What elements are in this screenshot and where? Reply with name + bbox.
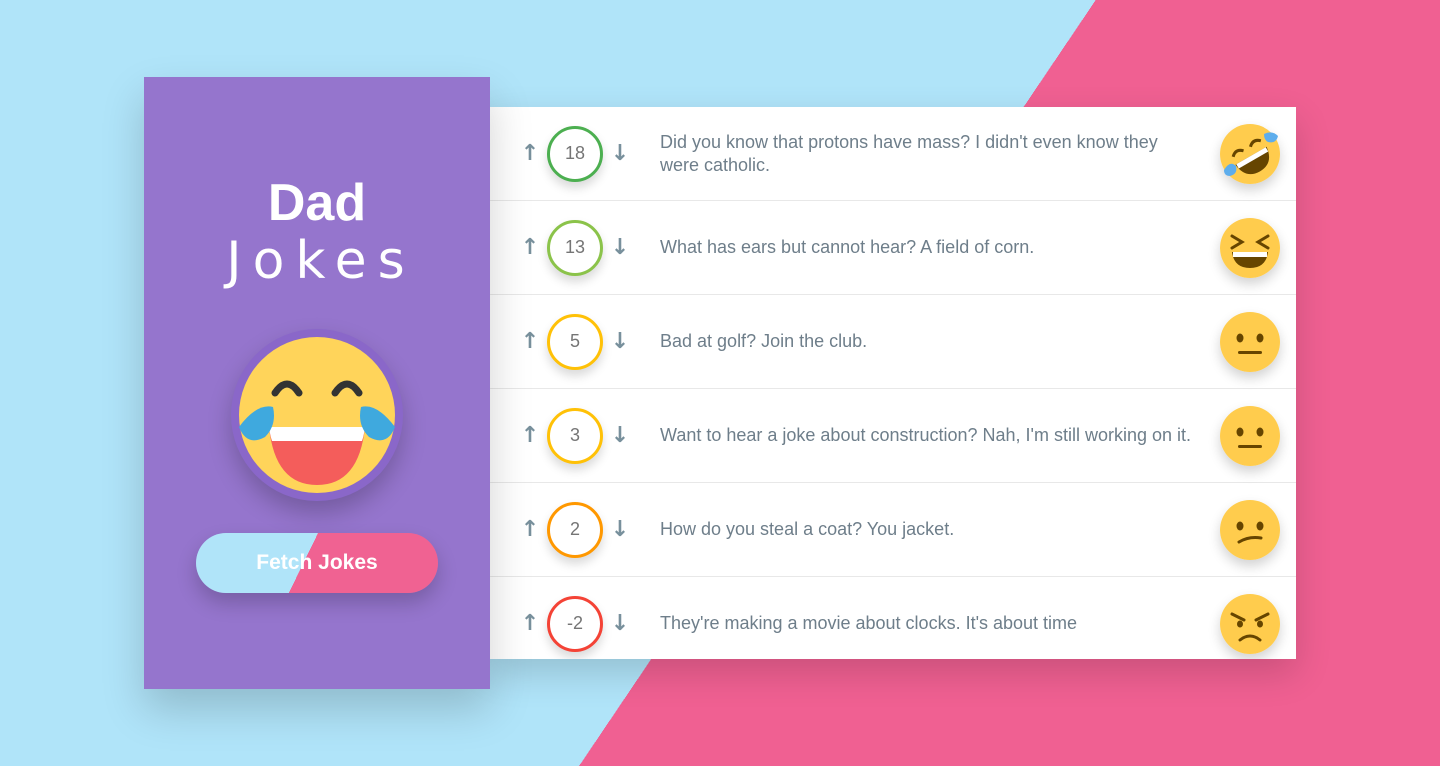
joke-row: ↑ 2 ↓ How do you steal a coat? You jacke…	[490, 483, 1296, 577]
downvote-arrow-icon[interactable]: ↓	[603, 611, 637, 636]
joke-text: How do you steal a coat? You jacket.	[660, 519, 955, 539]
jokes-list: ↑ 18 ↓ Did you know that protons have ma…	[490, 107, 1296, 659]
joke-row: ↑ 13 ↓ What has ears but cannot hear? A …	[490, 201, 1296, 295]
title-jokes: Jokes	[226, 231, 416, 291]
joke-text: They're making a movie about clocks. It'…	[660, 613, 1078, 633]
score-badge: 18	[547, 125, 603, 182]
rofl-icon	[1220, 123, 1280, 184]
downvote-arrow-icon[interactable]: ↓	[603, 141, 637, 166]
downvote-arrow-icon[interactable]: ↓	[603, 329, 637, 354]
neutral-face-icon	[1220, 311, 1280, 372]
vote-controls: ↑ 3 ↓	[490, 407, 660, 464]
downvote-arrow-icon[interactable]: ↓	[603, 517, 637, 542]
upvote-arrow-icon[interactable]: ↑	[513, 423, 547, 448]
upvote-arrow-icon[interactable]: ↑	[513, 611, 547, 636]
vote-controls: ↑ 18 ↓	[490, 125, 660, 182]
upvote-arrow-icon[interactable]: ↑	[513, 235, 547, 260]
title-dad: Dad	[267, 174, 367, 232]
score-badge: 3	[547, 407, 603, 464]
joke-row: ↑ 5 ↓ Bad at golf? Join the club.	[490, 295, 1296, 389]
sidebar: Dad Jokes Fetch Jokes	[144, 77, 490, 689]
joke-text: What has ears but cannot hear? A field o…	[660, 237, 1035, 257]
score-badge: 13	[547, 219, 603, 276]
fetch-jokes-button[interactable]: Fetch Jokes	[196, 533, 438, 593]
neutral-face-icon	[1220, 405, 1280, 466]
joke-row: ↑ 18 ↓ Did you know that protons have ma…	[490, 107, 1296, 201]
joke-text: Want to hear a joke about construction? …	[660, 425, 1192, 445]
laughing-tears-icon	[231, 329, 403, 501]
joke-text: Bad at golf? Join the club.	[660, 331, 868, 351]
upvote-arrow-icon[interactable]: ↑	[513, 517, 547, 542]
upvote-arrow-icon[interactable]: ↑	[513, 329, 547, 354]
confused-face-icon	[1220, 499, 1280, 560]
joke-row: ↑ -2 ↓ They're making a movie about cloc…	[490, 577, 1296, 659]
upvote-arrow-icon[interactable]: ↑	[513, 141, 547, 166]
joke-row: ↑ 3 ↓ Want to hear a joke about construc…	[490, 389, 1296, 483]
joke-text: Did you know that protons have mass? I d…	[660, 131, 1158, 175]
score-badge: 5	[547, 313, 603, 370]
downvote-arrow-icon[interactable]: ↓	[603, 423, 637, 448]
score-badge: -2	[547, 595, 603, 652]
vote-controls: ↑ -2 ↓	[490, 595, 660, 652]
laughing-icon	[1220, 217, 1280, 278]
vote-controls: ↑ 2 ↓	[490, 501, 660, 558]
score-badge: 2	[547, 501, 603, 558]
angry-face-icon	[1220, 593, 1280, 654]
vote-controls: ↑ 5 ↓	[490, 313, 660, 370]
vote-controls: ↑ 13 ↓	[490, 219, 660, 276]
downvote-arrow-icon[interactable]: ↓	[603, 235, 637, 260]
